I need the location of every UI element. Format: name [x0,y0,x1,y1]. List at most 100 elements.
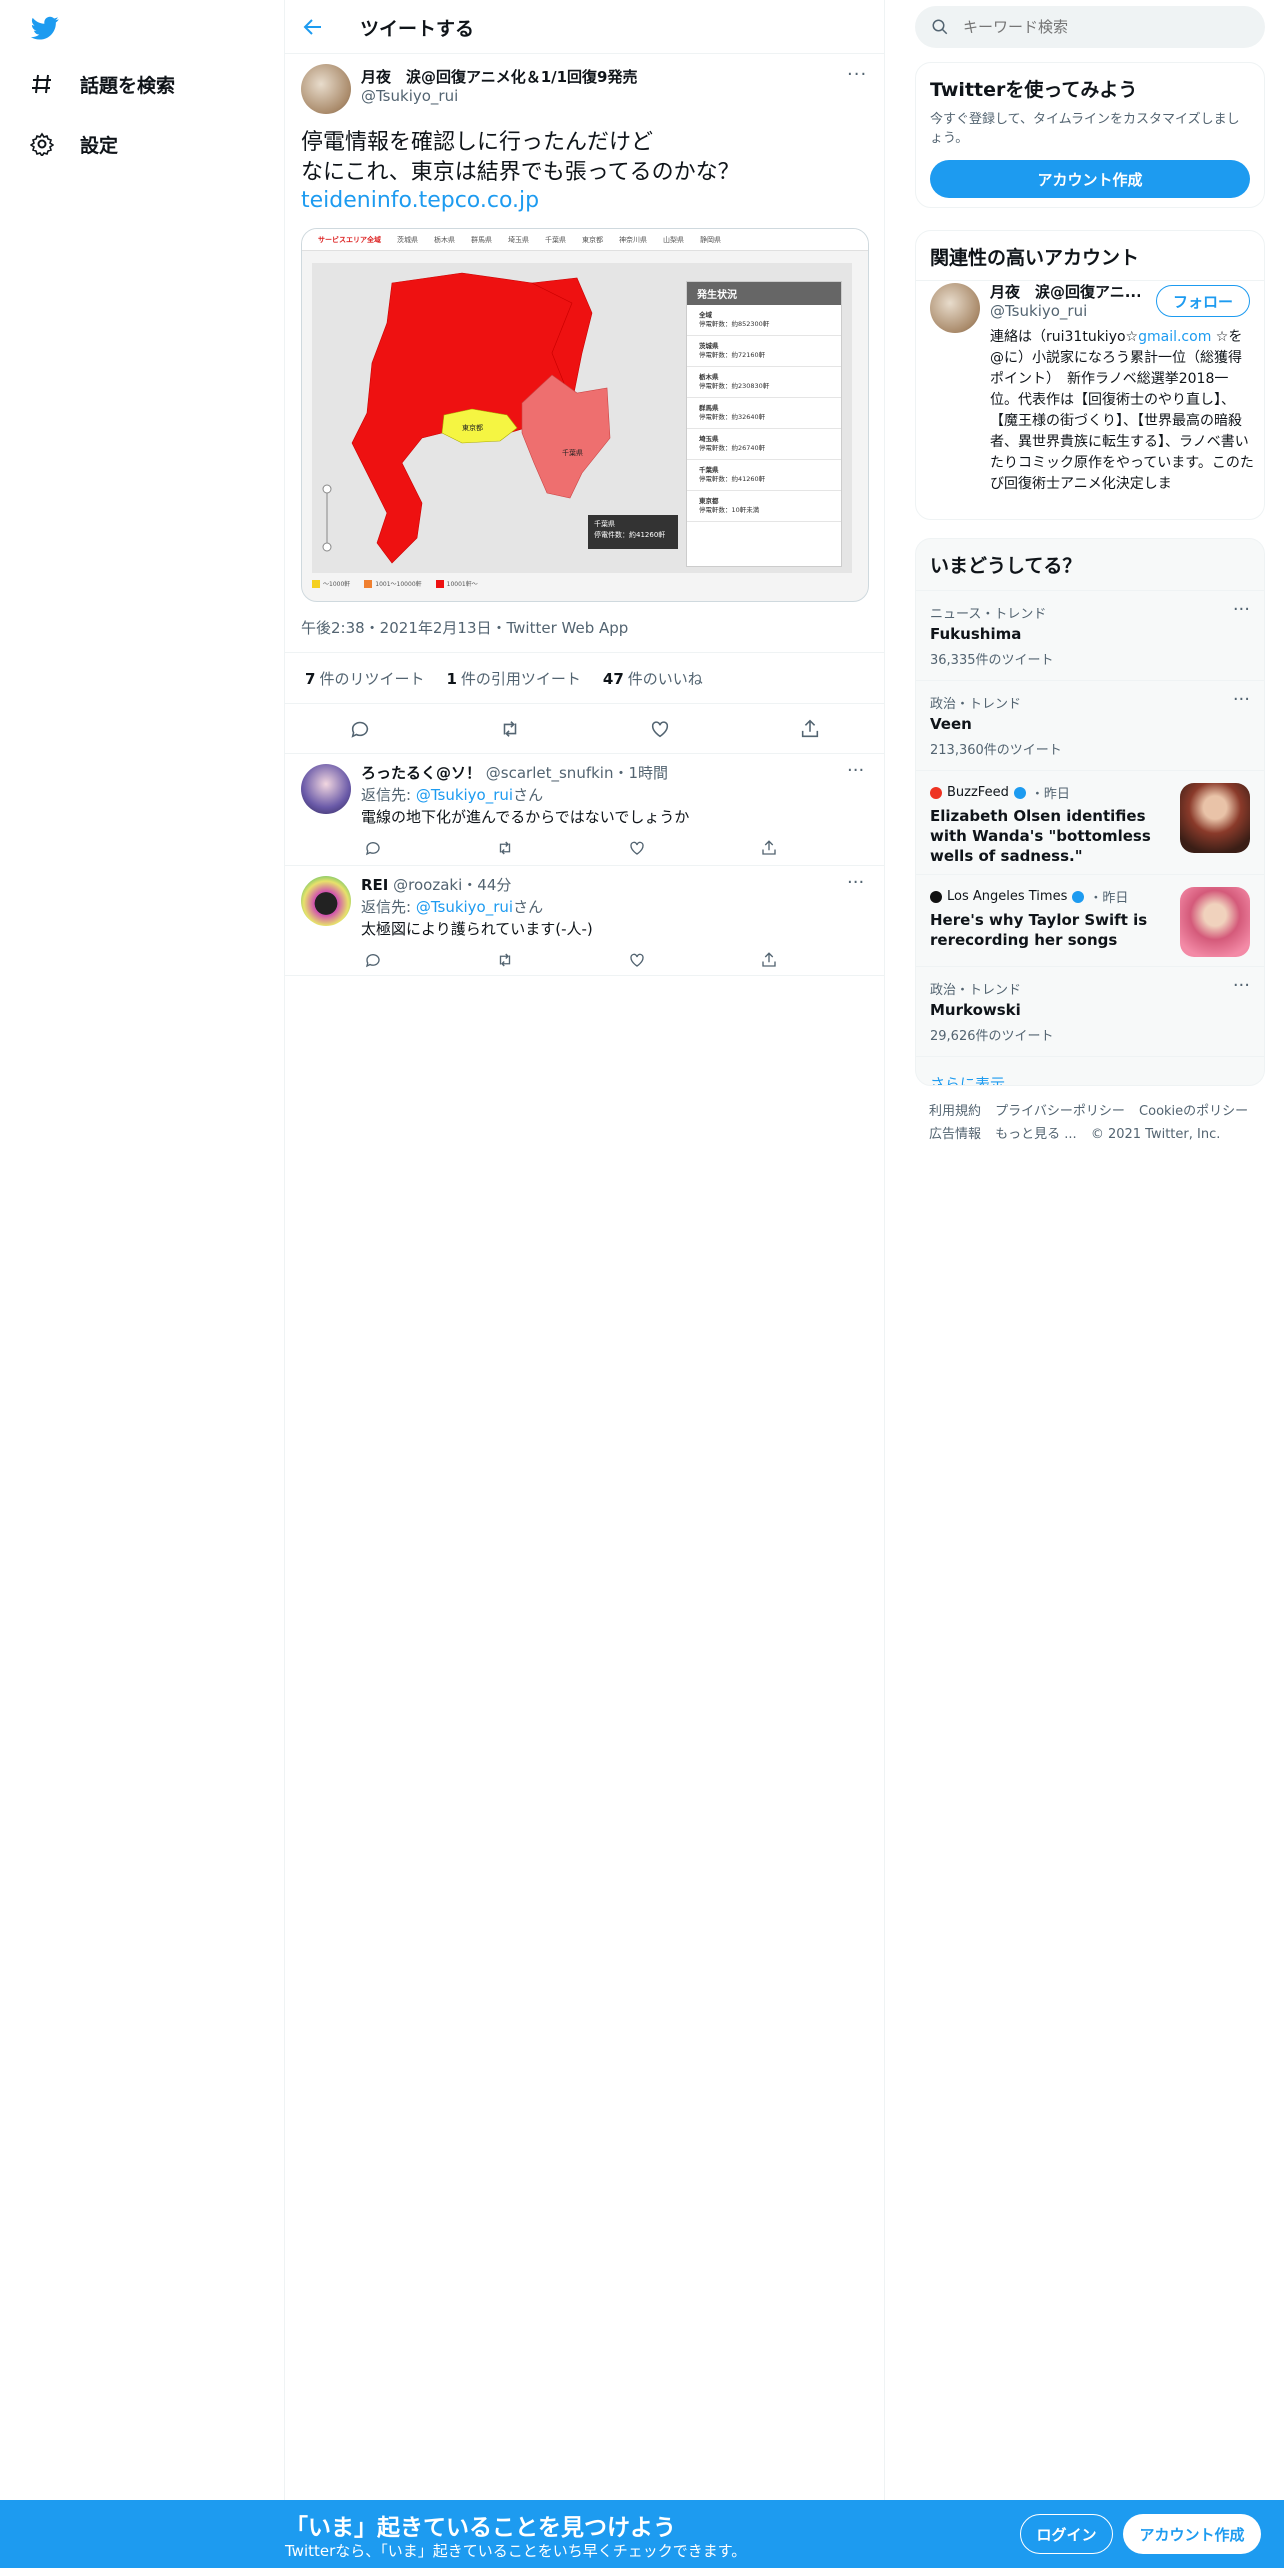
news-item[interactable]: BuzzFeed ・昨日 Elizabeth Olsen identifies w… [916,770,1264,874]
more-options-icon[interactable]: ··· [1233,599,1250,620]
trend-item[interactable]: 政治・トレンド Murkowski 29,626件のツイート ··· [916,966,1264,1056]
map-tab: 埼玉県 [508,235,529,244]
search-input[interactable] [963,18,1223,36]
footer-link[interactable]: 利用規約 [929,1104,981,1119]
retweet-icon[interactable] [498,717,522,741]
map-tooltip: 千葉県 停電件数：約41260軒 [588,515,678,549]
map-legend: ～1000軒 1001～10000軒 10001軒～ [312,579,478,588]
nav-settings-label: 設定 [80,134,119,157]
more-options-icon[interactable]: ··· [1233,975,1250,996]
author-avatar[interactable] [301,64,351,114]
mention-link[interactable]: @Tsukiyo_rui [416,786,513,804]
related-bio: 連絡は（rui31tukiyo☆gmail.com ☆を@に）小説家になろう累計… [990,329,1254,492]
trends-box: いまどうしてる？ ニュース・トレンド Fukushima 36,335件のツイー… [915,538,1265,1086]
right-sidebar: Twitterを使ってみよう 今すぐ登録して、タイムラインをカスタマイズしましょ… [885,0,1284,2568]
banner-subtitle: Twitterなら、「いま」起きていることをいち早くチェックできます。 [285,2542,747,2560]
outage-item: 茨城県 停電軒数：約72160軒 [687,336,841,367]
retweet-icon[interactable] [493,836,517,860]
retweet-icon[interactable] [493,948,517,972]
nav-explore[interactable]: 話題を検索 [28,64,175,104]
like-icon[interactable] [625,836,649,860]
footer-link[interactable]: Cookieのポリシー [1139,1104,1248,1119]
footer-link[interactable]: もっと見る ... [995,1127,1077,1142]
signup-button[interactable]: アカウント作成 [1123,2514,1261,2554]
reply-actions [361,948,781,972]
reply-header: REI @roozaki・44分 [361,876,512,894]
join-box: Twitterを使ってみよう 今すぐ登録して、タイムラインをカスタマイズしましょ… [915,62,1265,208]
reply-avatar[interactable] [301,876,351,926]
show-more-link[interactable]: さらに表示 [916,1056,1264,1085]
legend-label: 1001～10000軒 [375,581,422,588]
reply-to: 返信先: @Tsukiyo_ruiさん [361,898,544,916]
more-options-icon[interactable]: ··· [847,64,867,85]
outage-item: 千葉県 停電軒数：約41260軒 [687,460,841,491]
reply-text: 太極図により護られています(-人-) [361,920,593,938]
related-name[interactable]: 月夜 涙@回復アニ... [990,281,1140,302]
related-accounts-box: 関連性の高いアカウント 月夜 涙@回復アニ... @Tsukiyo_rui フォ… [915,230,1265,520]
bio-link[interactable]: gmail.com [1138,329,1211,345]
author-name[interactable]: 月夜 涙@回復アニメ化＆1/1回復9発売 [361,66,638,87]
related-handle[interactable]: @Tsukiyo_rui [990,302,1087,320]
verified-icon [1013,786,1026,799]
main-tweet: 月夜 涙@回復アニメ化＆1/1回復9発売 @Tsukiyo_rui ··· 停電… [285,54,885,754]
latimes-logo-icon [930,890,942,903]
news-item[interactable]: Los Angeles Times ・昨日 Here's why Taylor S… [916,874,1264,966]
signup-button[interactable]: アカウント作成 [930,160,1250,198]
tweet-stats: 7 件のリツイート 1 件の引用ツイート 47 件のいいね [285,652,885,704]
tweet-timestamp[interactable]: 午後2:38・2021年2月13日・Twitter Web App [301,617,628,638]
share-icon[interactable] [798,717,822,741]
back-arrow-icon[interactable] [301,15,325,39]
map-tab: 千葉県 [545,235,566,244]
reply-icon[interactable] [361,948,385,972]
like-count[interactable]: 47 件のいいね [603,668,703,689]
nav-settings[interactable]: 設定 [28,124,118,164]
outage-item: 群馬県 停電軒数：約32640軒 [687,398,841,429]
twitter-logo-icon[interactable] [28,14,62,42]
legend-label: ～1000軒 [323,581,351,588]
outage-panel: 発生状況 全域 停電軒数：約852300軒 茨城県 停電軒数：約72160軒 栃木県… [686,281,842,567]
search-box[interactable] [915,6,1265,48]
outage-panel-title: 発生状況 [687,282,841,305]
more-options-icon[interactable]: ··· [847,760,864,781]
more-options-icon[interactable]: ··· [1233,689,1250,710]
footer-link[interactable]: 広告情報 [929,1127,981,1142]
outage-item: 全域 停電軒数：約852300軒 [687,305,841,336]
tweet-link[interactable]: teideninfo.tepco.co.jp [301,188,539,213]
search-icon [932,19,948,35]
trend-item[interactable]: ニュース・トレンド Fukushima 36,335件のツイート ··· [916,590,1264,680]
share-icon[interactable] [757,836,781,860]
map-tab: 静岡県 [700,235,721,244]
trend-item[interactable]: 政治・トレンド Veen 213,360件のツイート ··· [916,680,1264,770]
map-label-chiba: 千葉県 [562,449,583,457]
gear-icon [28,130,56,158]
retweet-count[interactable]: 7 件のリツイート [305,668,424,689]
reply-icon[interactable] [361,836,385,860]
author-handle[interactable]: @Tsukiyo_rui [361,87,458,105]
outage-item: 東京都 停電軒数：10軒未満 [687,491,841,522]
footer-link[interactable]: プライバシーポリシー [995,1104,1125,1119]
login-button[interactable]: ログイン [1020,2514,1113,2554]
more-options-icon[interactable]: ··· [847,872,864,893]
share-icon[interactable] [757,948,781,972]
mention-link[interactable]: @Tsukiyo_rui [416,898,513,916]
reply-to: 返信先: @Tsukiyo_ruiさん [361,786,544,804]
map-label-tokyo: 東京都 [462,424,483,432]
reply-icon[interactable] [348,717,372,741]
legend-label: 10001軒～ [446,581,478,588]
tweet-text: 停電情報を確認しに行ったんだけど なにこれ、東京は結界でも張ってるのかな？ [301,130,740,185]
map-tab: サービスエリア全域 [318,235,381,244]
outage-item: 埼玉県 停電軒数：約26740軒 [687,429,841,460]
like-icon[interactable] [625,948,649,972]
like-icon[interactable] [648,717,672,741]
follow-button[interactable]: フォロー [1156,285,1250,317]
reply-avatar[interactable] [301,764,351,814]
banner-title: 「いま」起きていることを見つけよう [285,2515,676,2541]
signup-banner: 「いま」起きていることを見つけよう Twitterなら、「いま」起きていることを… [0,2500,1284,2568]
reply-tweet[interactable]: REI @roozaki・44分 ··· 返信先: @Tsukiyo_ruiさん… [285,866,885,976]
reply-text: 電線の地下化が進んでるからではないでしょうか [361,808,690,826]
reply-header: ろったるく@ソ！ @scarlet_snufkin・1時間 [361,764,669,782]
related-avatar[interactable] [930,283,980,333]
reply-tweet[interactable]: ろったるく@ソ！ @scarlet_snufkin・1時間 ··· 返信先: @… [285,754,885,866]
tweet-image[interactable]: サービスエリア全域 茨城県 栃木県 群馬県 埼玉県 千葉県 東京都 神奈川県 山… [301,228,869,602]
quote-count[interactable]: 1 件の引用ツイート [446,668,580,689]
